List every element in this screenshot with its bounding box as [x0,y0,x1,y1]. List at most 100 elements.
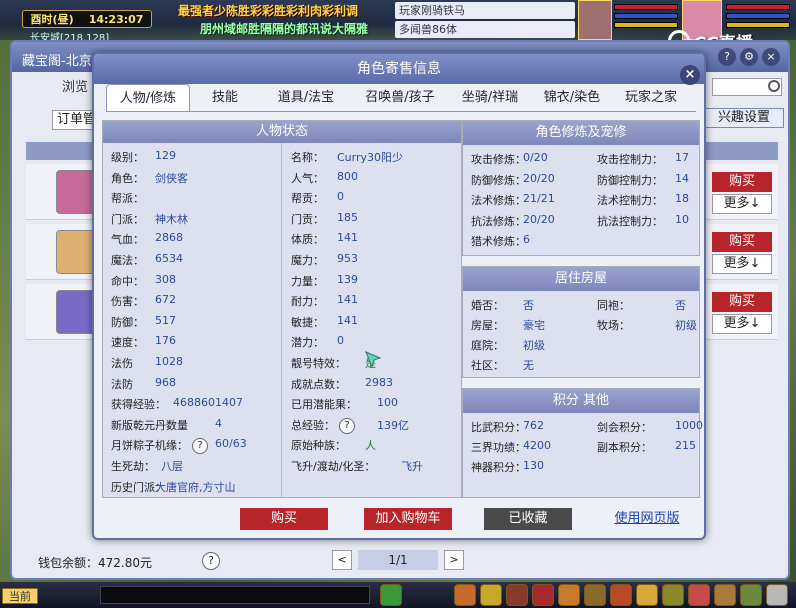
status-label: 力量： [291,274,324,288]
status-label: 角色： [111,171,144,185]
tab-player-home[interactable]: 玩家之家 [612,84,690,112]
status-label: 已用潜能果： [291,398,357,412]
info-label: 同袍： [597,299,630,312]
shop-icon[interactable] [688,584,710,606]
team-icon[interactable] [558,584,580,606]
system-icon[interactable] [714,584,736,606]
skills-icon[interactable] [506,584,528,606]
tab-items-treasures[interactable]: 道具/法宝 [260,84,352,112]
help-icon[interactable]: ? [192,438,208,455]
status-value: Curry30阳少 [337,151,404,164]
info-value: 21/21 [523,192,555,205]
help-icon[interactable]: ? [718,48,736,66]
status-label: 获得经验： [111,398,166,412]
settings-icon[interactable] [766,584,788,606]
status-label: 魔力： [291,254,324,267]
status-row: 体质： 141 [291,231,358,247]
quest-icon[interactable] [532,584,554,606]
tab-summons-children[interactable]: 召唤兽/孩子 [352,84,448,112]
status-value: 141 [337,231,358,245]
avatar[interactable] [56,170,96,214]
status-value: 4688601407 [173,396,243,410]
info-label: 三界功绩： [471,441,526,454]
prev-page-button[interactable]: < [332,550,352,570]
web-version-link[interactable]: 使用网页版 [610,508,684,530]
status-value: 4 [215,416,222,430]
interest-settings-button[interactable]: 兴趣设置 [704,108,784,128]
status-row: 潜力： 0 [291,334,344,350]
more-button[interactable]: 更多↓ [712,254,772,274]
info-value: 130 [523,459,544,472]
fairy-cursor-icon [365,351,382,369]
status-row: 新版乾元丹数量 4 [111,417,222,433]
pagination: < 1/1 > [332,550,464,570]
status-label: 成就点数： [291,377,346,391]
status-row: 命中： 308 [111,273,176,289]
help-icon[interactable]: ? [339,417,355,434]
status-value: 308 [155,272,176,286]
status-value: 141 [337,293,358,307]
status-label: 帮贡： [291,192,324,206]
pet-icon[interactable] [380,584,402,606]
tab-character-cultivation[interactable]: 人物/修炼 [106,84,190,112]
help-icon[interactable]: ? [202,552,220,570]
mail-icon[interactable] [636,584,658,606]
favorited-button[interactable]: 已收藏 [484,508,572,530]
tab-browse[interactable]: 浏览 [62,76,88,95]
buy-button[interactable]: 购买 [240,508,328,530]
info-label: 比武积分： [471,421,526,434]
bag-icon[interactable] [454,584,476,606]
status-label: 法伤 [111,357,133,370]
next-page-button[interactable]: > [444,550,464,570]
status-label: 潜力： [291,336,324,350]
tab-mounts[interactable]: 坐骑/祥瑞 [448,84,532,112]
section-title: 积分 其他 [463,389,699,413]
avatar[interactable] [56,230,96,274]
chat-channel-button[interactable]: 当前 [2,588,38,604]
info-value: 豪宅 [523,319,545,332]
avatar[interactable] [56,290,96,334]
status-value: 0 [337,334,344,348]
settings-gear-icon[interactable]: ⚙ [740,48,758,66]
status-row: 总经验：? 139亿 [291,417,409,434]
buy-button[interactable]: 购买 [712,172,772,192]
close-icon[interactable]: × [680,65,700,85]
info-label: 牧场： [597,319,630,332]
section-title: 人物状态 [103,121,461,143]
info-value: 初级 [675,319,697,332]
status-row: 已用潜能果： 100 [291,396,398,412]
info-value: 否 [523,299,534,312]
activity-icon[interactable] [740,584,762,606]
status-label: 月饼粽子机缘： [111,439,188,453]
tab-skills[interactable]: 技能 [190,84,260,112]
search-icon[interactable] [768,80,780,92]
status-value: 1028 [155,355,183,368]
column-divider [281,143,282,497]
guild-icon[interactable] [584,584,606,606]
status-row: 防御： 517 [111,314,176,330]
status-value: 60/63 [215,437,247,451]
pet-portrait[interactable] [578,0,612,40]
buy-button[interactable]: 购买 [712,232,772,252]
buy-button[interactable]: 购买 [712,292,772,312]
info-label: 抗法修炼： [471,214,526,228]
more-button[interactable]: 更多↓ [712,194,772,214]
status-label: 法防 [111,377,133,391]
dialog-tabs: 人物/修炼 技能 道具/法宝 召唤兽/孩子 坐骑/祥瑞 锦衣/染色 玩家之家 [106,84,696,112]
info-value: 10 [675,212,689,226]
info-label: 神器积分： [471,461,526,474]
map-icon[interactable] [662,584,684,606]
more-button[interactable]: 更多↓ [712,314,772,334]
add-to-cart-button[interactable]: 加入购物车 [364,508,452,530]
friends-icon[interactable] [610,584,632,606]
status-value: 剑侠客 [155,171,188,185]
info-label: 猎术修炼： [471,235,526,248]
status-row: 帮派： [111,190,144,206]
close-icon[interactable]: × [762,48,780,66]
info-label: 社区： [471,359,504,372]
status-row: 角色： 剑侠客 [111,170,188,186]
info-label: 抗法控制力： [597,214,663,228]
tab-outfits-dye[interactable]: 锦衣/染色 [532,84,612,112]
chat-input[interactable] [100,586,370,604]
treasure-icon[interactable] [480,584,502,606]
